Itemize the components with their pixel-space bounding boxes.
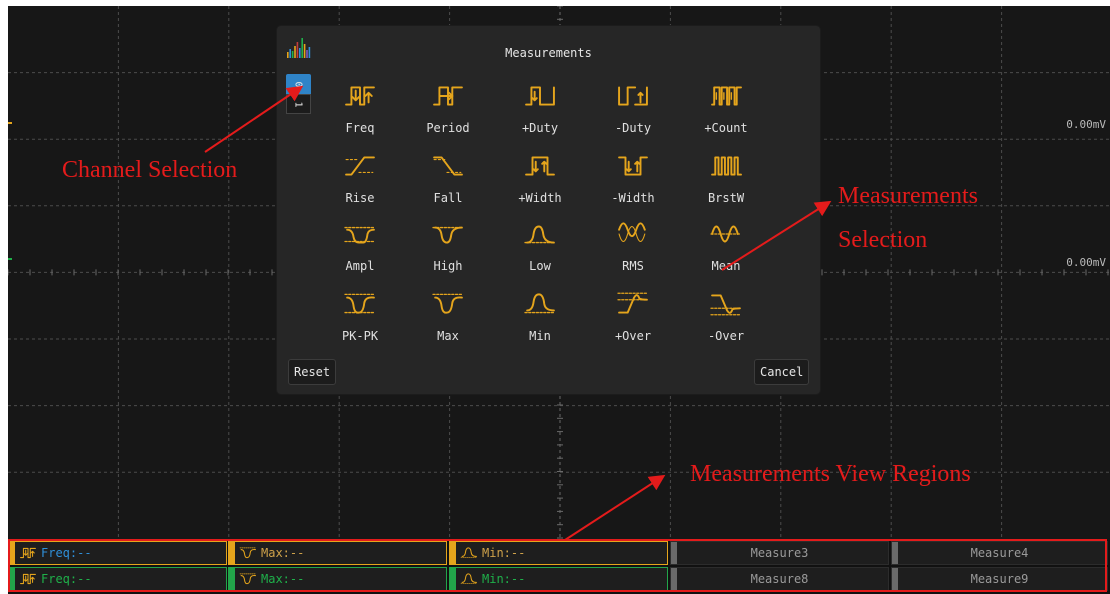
annotation-measurements-selection-2: Selection [838,227,928,253]
channel-selection-arrow [204,85,304,153]
measurements-selection-arrow [721,200,832,271]
annotation-view-regions: Measurements View Regions [690,461,971,487]
annotation-channel-selection: Channel Selection [62,157,238,183]
view-regions-arrow [564,474,666,541]
annotation-measurements-selection-1: Measurements [838,183,978,209]
annotation-arrows [204,85,832,541]
